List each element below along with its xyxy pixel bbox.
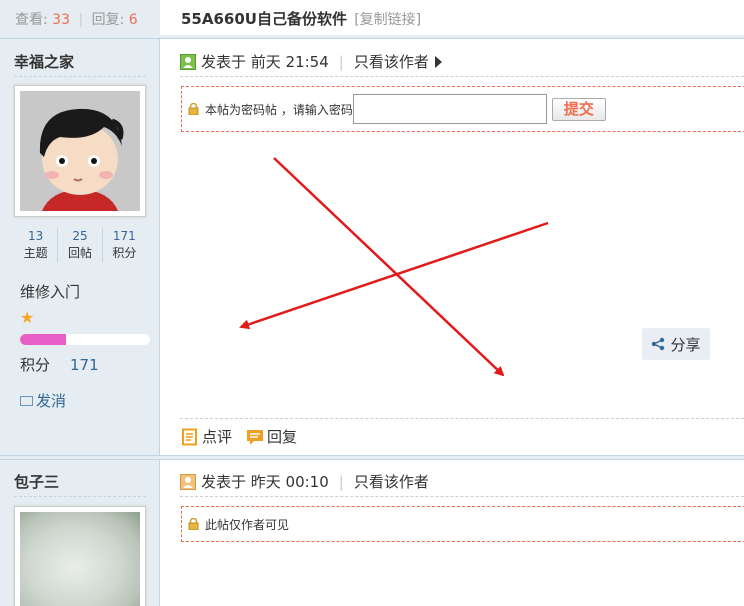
level-progress-fill <box>20 334 66 345</box>
send-message-link[interactable]: 发消 <box>20 390 66 411</box>
author-only-notice: 此帖仅作者可见 <box>181 506 744 542</box>
author-divider <box>14 496 146 497</box>
stat-label: 积分 <box>112 246 137 260</box>
envelope-icon <box>20 395 33 406</box>
reply-label: 回复 <box>267 428 298 446</box>
submit-button[interactable]: 提交 <box>551 97 606 121</box>
only-author-link[interactable]: 只看该作者 <box>354 471 429 492</box>
avatar[interactable] <box>14 85 146 217</box>
arrow-line <box>239 221 549 330</box>
lock-icon <box>188 102 199 116</box>
post-divider <box>0 455 744 460</box>
stats-separator: | <box>78 12 84 28</box>
star-icon: ★ <box>20 308 35 327</box>
points-row: 积分 171 <box>20 354 99 375</box>
reply-button[interactable]: 回复 <box>246 426 297 447</box>
password-input[interactable] <box>352 94 547 124</box>
comment-icon <box>182 428 197 445</box>
copy-link-button[interactable]: [复制链接] <box>354 12 421 28</box>
lock-icon <box>188 517 199 531</box>
stat-label: 主题 <box>23 246 48 260</box>
replies-count: 6 <box>128 12 138 28</box>
author-name[interactable]: 包子三 <box>14 471 59 492</box>
user-rank[interactable]: 维修入门 <box>20 281 80 302</box>
replies-label: 回复: <box>91 12 125 28</box>
meta-separator: | <box>338 472 344 491</box>
online-status-icon <box>180 53 196 70</box>
post-actions-divider <box>180 418 744 419</box>
comment-button[interactable]: 点评 <box>181 426 232 447</box>
points-label: 积分 <box>20 356 51 374</box>
meta-separator: | <box>338 52 344 71</box>
password-prompt-text: 本帖为密码帖 ，请输入密码 <box>205 102 353 117</box>
post-time: 发表于 昨天 00:10 <box>201 473 329 491</box>
post-meta-divider <box>180 496 744 497</box>
stat-points[interactable]: 171 积分 <box>103 228 146 262</box>
arrow-line <box>273 157 505 377</box>
author-stats: 13 主题 25 回帖 171 积分 <box>14 228 146 262</box>
red-arrows-image <box>239 157 549 377</box>
avatar-image <box>20 91 140 211</box>
only-author-link[interactable]: 只看该作者 <box>354 51 429 72</box>
send-message-label: 发消 <box>36 392 67 410</box>
avatar-image <box>20 512 140 606</box>
stat-label: 回帖 <box>67 246 92 260</box>
post-meta: 发表于 昨天 00:10 | 只看该作者 <box>180 471 429 492</box>
stat-value: 25 <box>72 229 88 243</box>
reply-icon <box>247 429 264 445</box>
share-label: 分享 <box>670 335 701 354</box>
author-only-text: 此帖仅作者可见 <box>205 517 290 532</box>
thread-header: 55A660U自己备份软件 [复制链接] <box>181 8 421 29</box>
author-divider <box>14 76 146 77</box>
share-icon <box>652 337 665 351</box>
header-divider <box>0 35 744 39</box>
level-progress-bar <box>20 334 150 345</box>
post-actions: 点评 回复 <box>181 426 311 447</box>
post-meta-divider <box>180 76 744 77</box>
offline-status-icon <box>180 473 196 490</box>
avatar[interactable] <box>14 506 146 606</box>
points-value: 171 <box>70 356 99 374</box>
password-prompt: 本帖为密码帖 ，请输入密码 提交 <box>181 86 744 132</box>
views-count: 33 <box>52 12 70 28</box>
play-arrow-icon <box>434 55 442 68</box>
views-label: 查看: <box>15 12 48 28</box>
stat-value: 171 <box>112 229 136 243</box>
post-time: 发表于 前天 21:54 <box>201 53 329 71</box>
comment-label: 点评 <box>202 428 233 446</box>
stat-value: 13 <box>28 229 44 243</box>
thread-title: 55A660U自己备份软件 <box>181 10 347 28</box>
stat-threads[interactable]: 13 主题 <box>14 228 59 262</box>
author-name[interactable]: 幸福之家 <box>14 51 74 72</box>
thread-stats: 查看: 33 | 回复: 6 <box>0 0 160 36</box>
post-meta: 发表于 前天 21:54 | 只看该作者 <box>180 51 442 72</box>
stat-replies[interactable]: 25 回帖 <box>58 228 103 262</box>
share-button[interactable]: 分享 <box>642 328 710 360</box>
